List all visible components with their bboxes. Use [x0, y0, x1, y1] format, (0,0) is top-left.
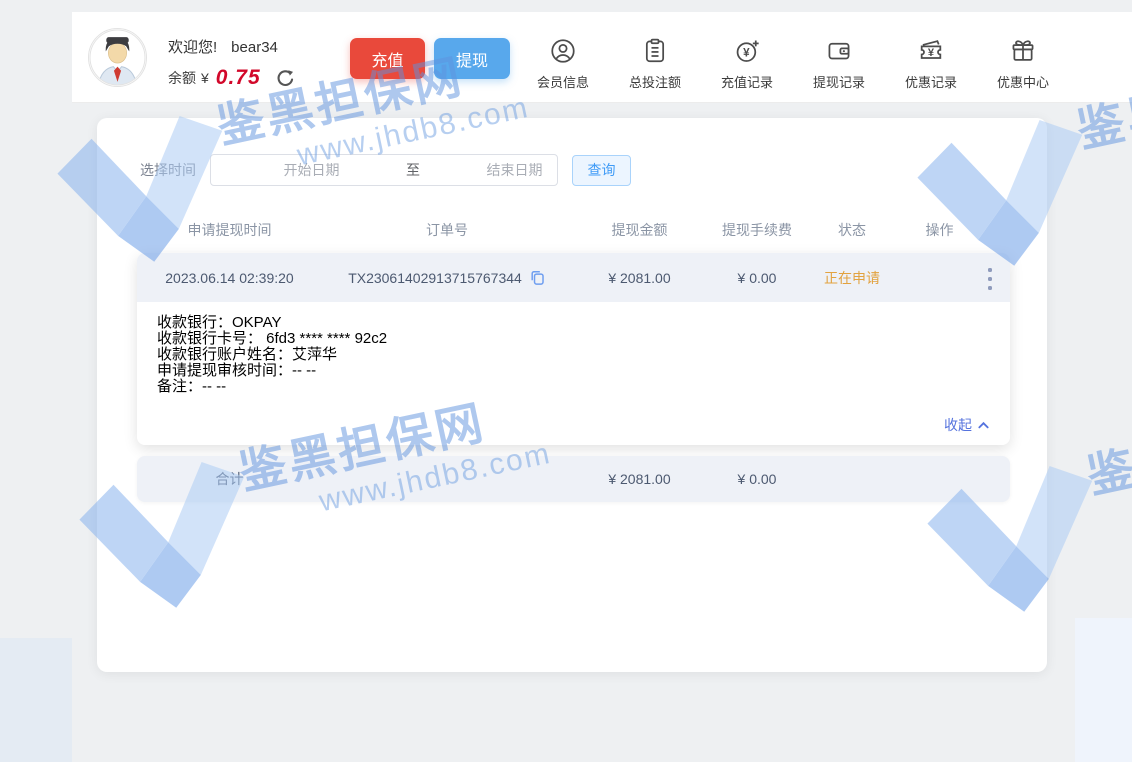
- detail-account-name: 收款银行账户姓名：艾萍华: [157, 347, 990, 363]
- table-row[interactable]: 2023.06.14 02:39:20 TX230614029137157673…: [137, 253, 1010, 302]
- total-bets-icon: [641, 37, 669, 65]
- status-badge: 正在申请: [807, 268, 897, 288]
- summary-fee: ¥ 0.00: [707, 471, 807, 487]
- withdraw-record-icon: [825, 37, 853, 65]
- cell-apply-time: 2023.06.14 02:39:20: [137, 270, 322, 286]
- nav-label: 会员信息: [537, 72, 589, 91]
- detail-review-time: 申请提现审核时间：-- --: [157, 363, 990, 379]
- detail-card-number: 收款银行卡号： 6fd3 **** **** 92c2: [157, 331, 990, 347]
- withdraw-button[interactable]: 提现: [434, 38, 510, 79]
- nav-label: 优惠记录: [905, 72, 957, 91]
- col-header-action: 操作: [897, 220, 982, 240]
- recharge-button[interactable]: 充值: [350, 38, 425, 79]
- start-date-input[interactable]: [221, 162, 402, 178]
- record-detail-panel: 收款银行：OKPAY 收款银行卡号： 6fd3 **** **** 92c2 收…: [137, 302, 1010, 445]
- summary-row: 合计 ¥ 2081.00 ¥ 0.00: [137, 456, 1010, 502]
- nav-promo-records[interactable]: ¥ 优惠记录: [898, 37, 964, 91]
- watermark-brand: 鉴黑担保网: [1080, 375, 1132, 507]
- nav-member-info[interactable]: 会员信息: [530, 37, 596, 91]
- nav-total-bets[interactable]: 总投注额: [622, 37, 688, 91]
- user-avatar-icon: [89, 29, 146, 86]
- username: bear34: [231, 39, 278, 56]
- member-icon: [549, 37, 577, 65]
- balance-label: 余额: [168, 68, 196, 88]
- range-separator: 至: [402, 160, 424, 180]
- nav-label: 总投注额: [629, 72, 681, 91]
- col-header-fee: 提现手续费: [707, 220, 807, 240]
- summary-amount: ¥ 2081.00: [572, 471, 707, 487]
- page: 欢迎您! bear34 余额 ¥ 0.75 充值 提现: [0, 0, 1132, 762]
- cell-fee: ¥ 0.00: [707, 270, 807, 286]
- col-header-status: 状态: [807, 220, 897, 240]
- withdraw-records-panel: 选择时间 至 查询 申请提现时间 订单号 提现金额 提现手续费 状态 操作: [97, 118, 1047, 672]
- nav-recharge-records[interactable]: ¥ 充值记录: [714, 37, 780, 91]
- header-bar: 欢迎您! bear34 余额 ¥ 0.75 充值 提现: [72, 12, 1132, 103]
- watermark-fragment: [1075, 618, 1132, 762]
- collapse-label: 收起: [944, 415, 972, 435]
- welcome-label: 欢迎您!: [168, 39, 217, 56]
- row-actions-menu-button[interactable]: [986, 266, 994, 292]
- chevron-up-icon: [977, 419, 990, 432]
- cell-order-no: TX23061402913715767344: [322, 269, 572, 286]
- date-range-picker[interactable]: 至: [210, 154, 558, 186]
- detail-bank: 收款银行：OKPAY: [157, 315, 990, 331]
- order-number: TX23061402913715767344: [348, 270, 522, 286]
- col-header-order-no: 订单号: [322, 220, 572, 240]
- nav-label: 充值记录: [721, 72, 773, 91]
- copy-icon: [529, 269, 546, 286]
- svg-text:¥: ¥: [928, 47, 935, 59]
- filter-label: 选择时间: [140, 160, 196, 180]
- promo-center-icon: [1009, 37, 1037, 65]
- promo-record-icon: ¥: [917, 37, 945, 65]
- table-header-row: 申请提现时间 订单号 提现金额 提现手续费 状态 操作: [137, 210, 1010, 250]
- nav-label: 优惠中心: [997, 72, 1049, 91]
- query-button[interactable]: 查询: [572, 155, 631, 186]
- collapse-detail-button[interactable]: 收起: [944, 415, 990, 435]
- cell-amount: ¥ 2081.00: [572, 270, 707, 286]
- refresh-balance-button[interactable]: [275, 68, 296, 89]
- refresh-icon: [275, 68, 296, 89]
- detail-remark: 备注：-- --: [157, 379, 990, 395]
- nav-label: 提现记录: [813, 72, 865, 91]
- avatar: [88, 28, 147, 87]
- header-nav: 会员信息 总投注额 ¥ 充值记录: [530, 37, 1056, 91]
- copy-order-button[interactable]: [529, 269, 546, 286]
- col-header-apply-time: 申请提现时间: [137, 220, 322, 240]
- recharge-record-icon: ¥: [733, 37, 761, 65]
- date-filter: 选择时间 至 查询: [140, 154, 617, 186]
- col-header-amount: 提现金额: [572, 220, 707, 240]
- summary-label: 合计: [137, 469, 322, 489]
- currency-symbol: ¥: [201, 70, 209, 86]
- nav-withdraw-records[interactable]: 提现记录: [806, 37, 872, 91]
- balance-value: 0.75: [216, 66, 261, 90]
- account-info: 欢迎您! bear34 余额 ¥ 0.75: [168, 36, 296, 90]
- svg-text:¥: ¥: [743, 46, 750, 59]
- withdraw-record: 2023.06.14 02:39:20 TX230614029137157673…: [137, 253, 1010, 445]
- watermark-fragment: [0, 638, 72, 762]
- nav-promo-center[interactable]: 优惠中心: [990, 37, 1056, 91]
